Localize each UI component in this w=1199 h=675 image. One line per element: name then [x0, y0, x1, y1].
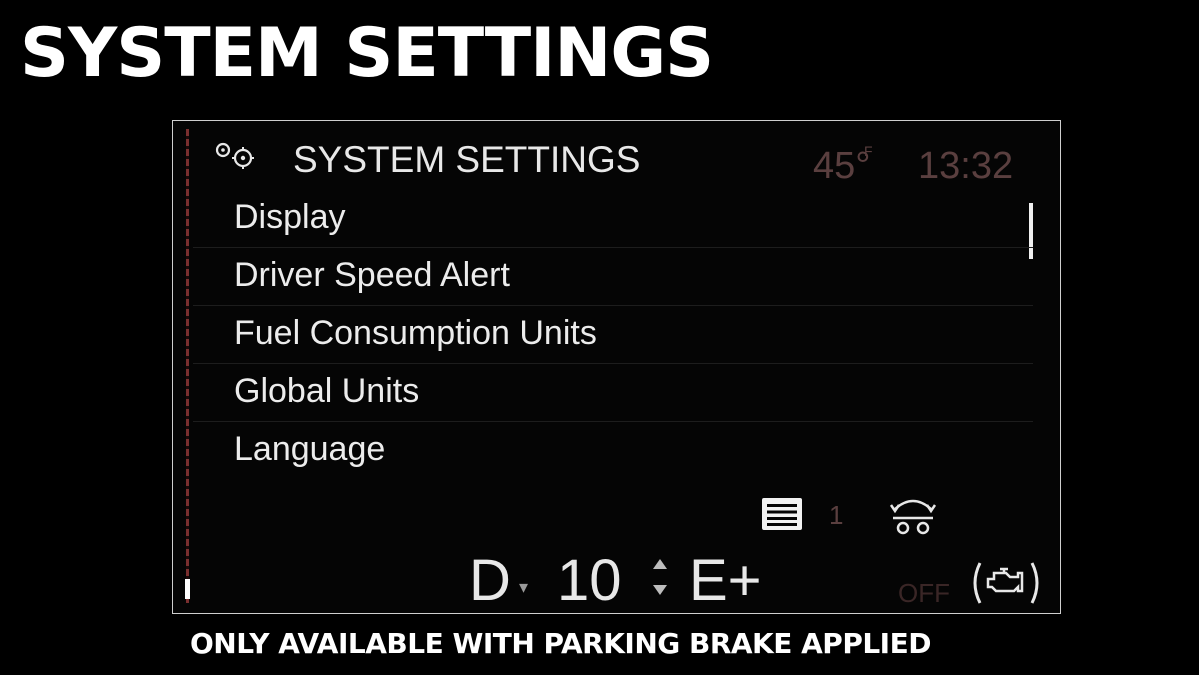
- document-count: 1: [829, 500, 844, 530]
- clock: 13:32: [918, 145, 1014, 187]
- gear-indicator: D: [469, 548, 511, 613]
- menu-item-global-units[interactable]: Global Units: [193, 363, 1033, 422]
- stage: SYSTEM SETTINGS SYSTEM SETTINGS 45° F 13…: [0, 0, 1199, 675]
- scroll-track: [186, 129, 189, 603]
- menu-item-label: Global Units: [234, 372, 420, 410]
- page-heading: SYSTEM SETTINGS: [20, 14, 714, 93]
- gears-icon: [215, 142, 254, 169]
- menu-item-language[interactable]: Language: [193, 421, 1033, 479]
- document-list-icon: [762, 498, 802, 530]
- menu-item-label: Language: [234, 430, 386, 468]
- gear-down-arrow-icon: ▾: [519, 577, 529, 597]
- scroll-thumb[interactable]: [185, 579, 190, 599]
- outside-temperature: 45°: [813, 145, 871, 187]
- gear-up-down-icon: [653, 559, 667, 595]
- parking-brake-note: ONLY AVAILABLE WITH PARKING BRAKE APPLIE…: [190, 627, 931, 660]
- menu-item-label: Display: [234, 198, 346, 236]
- drive-mode: E+: [689, 548, 762, 613]
- gear-number: 10: [557, 548, 622, 613]
- menu-item-label: Fuel Consumption Units: [234, 314, 597, 352]
- engine-auto-stop-icon: [973, 562, 1039, 604]
- menu-item-fuel-consumption-units[interactable]: Fuel Consumption Units: [193, 305, 1033, 364]
- screen-title: SYSTEM SETTINGS: [293, 139, 641, 180]
- engine-off-label: OFF: [898, 578, 950, 608]
- menu-item-display[interactable]: Display: [193, 189, 1033, 248]
- tow-haul-icon: [889, 499, 937, 535]
- menu-item-driver-speed-alert[interactable]: Driver Speed Alert: [193, 247, 1033, 306]
- temperature-unit: F: [864, 143, 873, 159]
- menu-item-label: Driver Speed Alert: [234, 256, 510, 294]
- cluster-screen: SYSTEM SETTINGS 45° F 13:32 Display Driv…: [172, 120, 1061, 614]
